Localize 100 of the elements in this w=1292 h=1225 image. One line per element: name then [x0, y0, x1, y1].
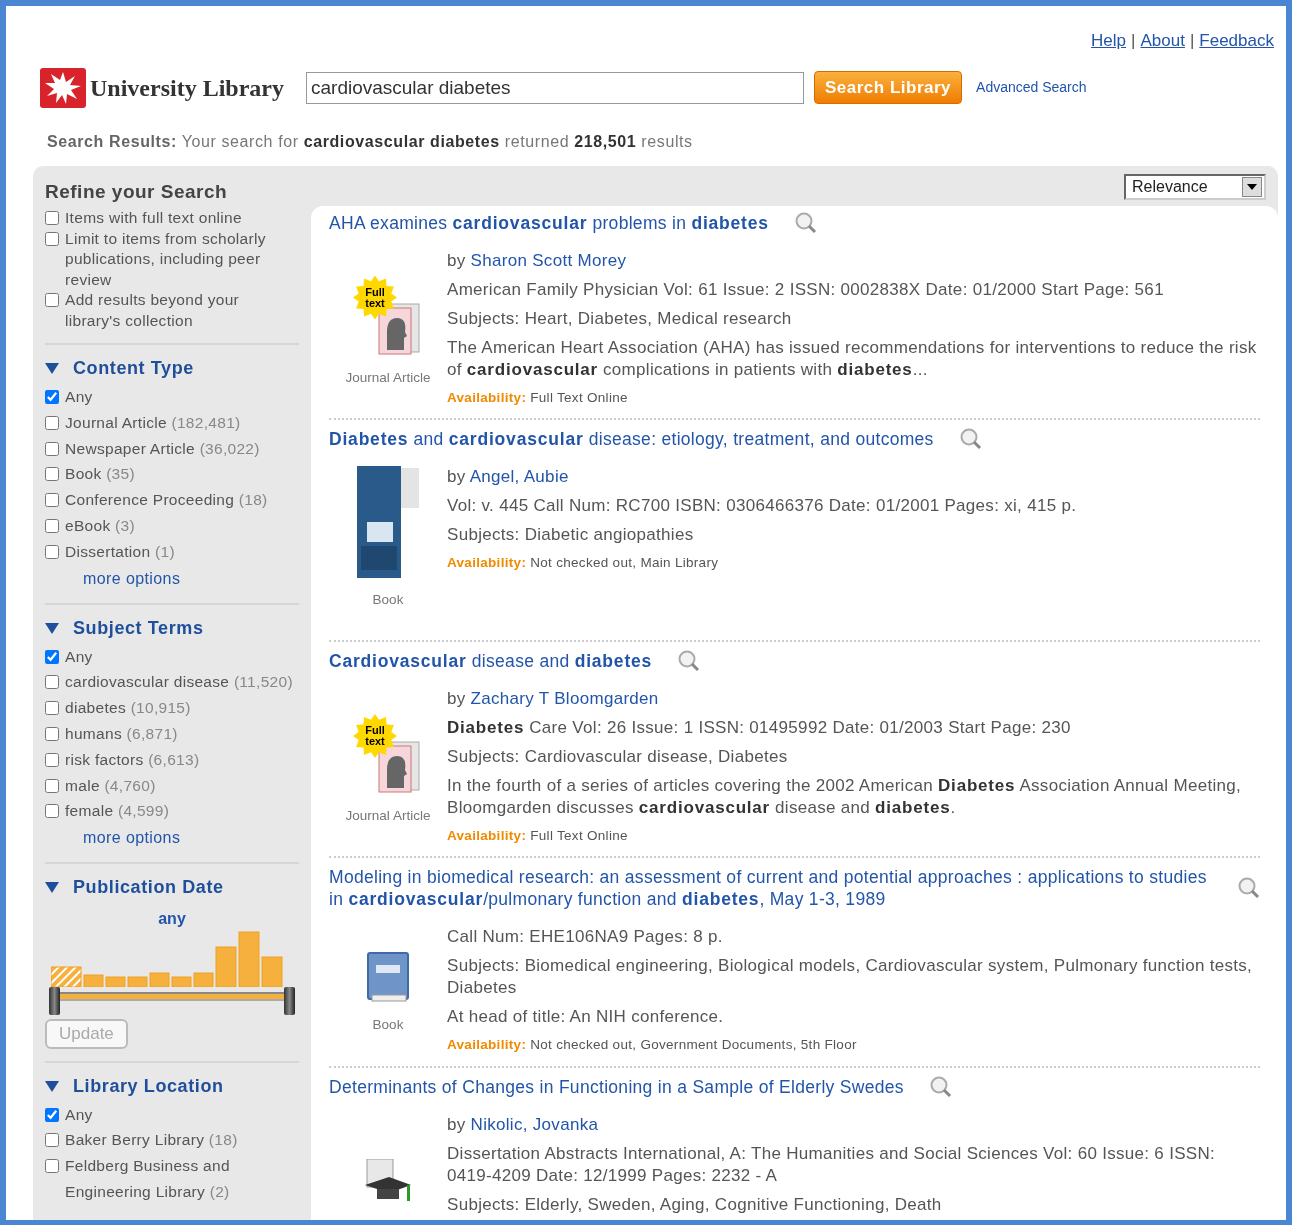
advanced-search-link[interactable]: Advanced Search	[976, 77, 1087, 98]
result-detail: In the fourth of a series of articles covering the 2002 American Diabetes Association Annual Meeting, Bloomgarden discusses cardiovascular disease and diabetes.	[447, 775, 1243, 819]
checkbox[interactable]	[45, 441, 59, 456]
filter-label: Limit to items from scholarly publications, including peer review	[65, 228, 267, 290]
header-link[interactable]: Help	[1091, 31, 1127, 50]
author-line: by Zachary T Bloomgarden	[447, 688, 660, 710]
checkbox[interactable]	[45, 544, 59, 559]
checkbox[interactable]	[45, 467, 59, 482]
search-icon[interactable]	[678, 650, 701, 672]
checkbox[interactable]	[45, 415, 59, 430]
search-icon[interactable]	[959, 427, 982, 450]
result-title-link[interactable]: AHA examines cardiovascular problems in diabetes	[329, 211, 769, 234]
filter-label: Items with full text online	[65, 208, 242, 228]
checkbox[interactable]	[45, 726, 59, 741]
result-detail: Diabetes Care Vol: 26 Issue: 1 ISSN: 01495992 Date: 01/2003 Start Page: 230	[447, 717, 1072, 739]
expanded-triangle-icon	[45, 882, 59, 894]
author-line: by Angel, Aubie	[447, 465, 570, 488]
availability-text: Availability: Full Text Online	[447, 388, 629, 407]
result-title-link[interactable]: Cardiovascular disease and diabetes	[329, 650, 653, 672]
checkbox[interactable]	[45, 1133, 59, 1148]
author-line: by Nikolic, Jovanka	[447, 1113, 600, 1136]
checkbox[interactable]	[45, 804, 59, 819]
filter-label: Book (35)	[65, 464, 135, 485]
date-range-slider[interactable]	[49, 987, 295, 1016]
result-detail: Subjects: Elderly, Sweden, Aging, Cognitive Functioning, Death	[447, 1193, 943, 1216]
result-title-link[interactable]: Determinants of Changes in Functioning in a Sample of Elderly Swedes	[329, 1075, 904, 1098]
result-detail: Subjects: Diabetic angiopathies	[447, 523, 695, 546]
search-icon[interactable]	[1238, 877, 1260, 900]
result-title-link[interactable]: Modeling in biomedical research: an assessment of current and potential approaches : applications to studies in cardiovascular/pulmonary function and diabetes, May 1-3, 1989	[329, 866, 1212, 911]
checkbox[interactable]	[45, 1107, 59, 1122]
checkbox[interactable]	[45, 752, 59, 767]
book-icon	[366, 951, 410, 1004]
slider-handle[interactable]	[284, 987, 295, 1016]
result-detail: Subjects: Biomedical engineering, Biological models, Cardiovascular system, Pulmonary function tests, Diabetes	[447, 955, 1254, 1000]
checkbox[interactable]	[45, 211, 59, 225]
slider-handle[interactable]	[49, 987, 60, 1016]
expanded-triangle-icon	[45, 622, 59, 634]
item-type-label: Journal Article	[345, 368, 431, 387]
author-link[interactable]: Zachary T Bloomgarden	[470, 689, 659, 708]
availability-text: Availability: Not checked out, Government Documents, 5th Floor	[447, 1036, 858, 1055]
expanded-triangle-icon	[45, 1080, 59, 1092]
filter-label: Dissertation (1)	[65, 541, 175, 562]
checkbox[interactable]	[45, 231, 59, 246]
checkbox[interactable]	[45, 675, 59, 690]
result-detail: Subjects: Heart, Diabetes, Medical research	[447, 307, 793, 330]
filter-label: eBook (3)	[65, 516, 135, 536]
facet-header[interactable]: Subject Terms	[45, 614, 204, 644]
filter-label: Feldberg Business and Engineering Library (2)	[65, 1156, 231, 1203]
author-link[interactable]: Sharon Scott Morey	[470, 250, 627, 270]
date-range-value: any	[157, 909, 187, 930]
results-label: Search Results:	[47, 132, 177, 150]
filter-label: Conference Proceeding (18)	[65, 490, 268, 511]
search-icon[interactable]	[929, 1075, 952, 1098]
checkbox[interactable]	[45, 493, 59, 508]
item-type-label: Book	[372, 590, 404, 609]
sort-dropdown[interactable]: Relevance	[1124, 173, 1266, 200]
filter-label: diabetes (10,915)	[65, 698, 191, 719]
checkbox[interactable]	[45, 649, 59, 664]
filter-label: Add results beyond your library's collection	[65, 290, 241, 331]
author-link[interactable]: Nikolic, Jovanka	[470, 1114, 599, 1134]
facet-header[interactable]: Publication Date	[45, 874, 224, 904]
header-link[interactable]: Feedback	[1199, 31, 1274, 50]
availability-text: Availability: Not checked out, Main Library	[447, 553, 720, 572]
checkbox[interactable]	[45, 519, 59, 533]
checkbox[interactable]	[45, 701, 59, 716]
item-type-label: Book	[372, 1016, 404, 1035]
results-summary: Your search for cardiovascular diabetes returned 218,501 results	[181, 132, 693, 150]
result-title-link[interactable]: Diabetes and cardiovascular disease: etiology, treatment, and outcomes	[329, 427, 934, 450]
result-detail: Dissertation Abstracts International, A: The Humanities and Social Sciences Vol: 60 Issue: 6 ISSN: 0419-4209 Date: 12/1999 Pages: 2232 - A	[447, 1142, 1217, 1187]
filter-label: Baker Berry Library (18)	[65, 1130, 238, 1151]
more-options-link[interactable]: more options	[83, 566, 181, 591]
header-link[interactable]: About	[1140, 31, 1185, 50]
filter-label: cardiovascular disease (11,520)	[65, 672, 293, 693]
link-separator: |	[1189, 31, 1195, 50]
facet-header[interactable]: Content Type	[45, 355, 194, 384]
caret-icon	[1247, 183, 1257, 190]
more-options-link[interactable]: more options	[83, 826, 181, 851]
search-field[interactable]: cardiovascular diabetes	[306, 71, 804, 104]
result-detail: American Family Physician Vol: 61 Issue: 2 ISSN: 0002838X Date: 01/2000 Start Page: 561	[447, 278, 1165, 301]
logo-icon	[40, 67, 86, 108]
graduation-cap-icon	[363, 1158, 413, 1203]
full-text-badge: Full text	[353, 275, 397, 320]
filter-label: Any	[65, 387, 93, 407]
result-detail: The American Heart Association (AHA) has issued recommendations for interventions to reduce the risk of cardiovascular complications in patients with diabetes...	[447, 336, 1258, 381]
result-detail: Call Num: EHE106NA9 Pages: 8 p.	[447, 926, 724, 949]
facet-header[interactable]: Library Location	[45, 1072, 224, 1102]
result-detail: At head of title: An NIH conference.	[447, 1006, 725, 1029]
expanded-triangle-icon	[45, 363, 59, 374]
item-type-label: Journal Article	[345, 807, 431, 825]
filter-label: risk factors (6,613)	[65, 749, 200, 770]
checkbox[interactable]	[45, 390, 59, 404]
result-detail: Subjects: Cardiovascular disease, Diabetes	[447, 746, 789, 768]
filter-label: Any	[65, 1104, 93, 1125]
author-link[interactable]: Angel, Aubie	[469, 466, 569, 486]
checkbox[interactable]	[45, 293, 59, 307]
search-icon[interactable]	[794, 211, 817, 234]
checkbox[interactable]	[45, 778, 59, 793]
filter-label: Newspaper Article (36,022)	[65, 438, 260, 459]
sidebar-title: Refine your Search	[45, 179, 229, 204]
checkbox[interactable]	[45, 1159, 59, 1174]
